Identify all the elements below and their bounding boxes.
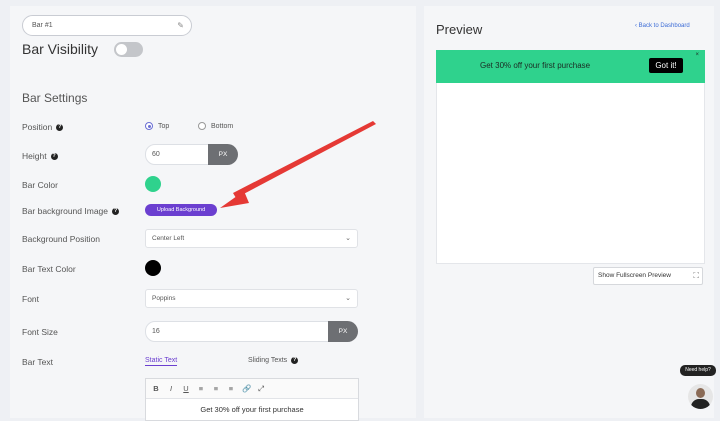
close-icon[interactable]: × xyxy=(695,52,699,58)
show-fullscreen-preview-button[interactable]: Show Fullscreen Preview ⛶ xyxy=(593,267,703,285)
preview-bar: Get 30% off your first purchase Got it! … xyxy=(436,50,705,83)
preview-bar-message: Get 30% off your first purchase xyxy=(480,61,591,70)
got-it-button[interactable]: Got it! xyxy=(649,58,683,73)
avatar-body xyxy=(691,399,710,409)
avatar-head xyxy=(696,388,705,398)
fullscreen-icon: ⛶ xyxy=(693,271,699,280)
support-avatar[interactable] xyxy=(688,384,713,409)
need-help-tooltip[interactable]: Need help? xyxy=(680,365,716,376)
preview-title: Preview xyxy=(436,22,483,37)
back-to-dashboard-link[interactable]: ‹ Back to Dashboard xyxy=(635,23,690,29)
